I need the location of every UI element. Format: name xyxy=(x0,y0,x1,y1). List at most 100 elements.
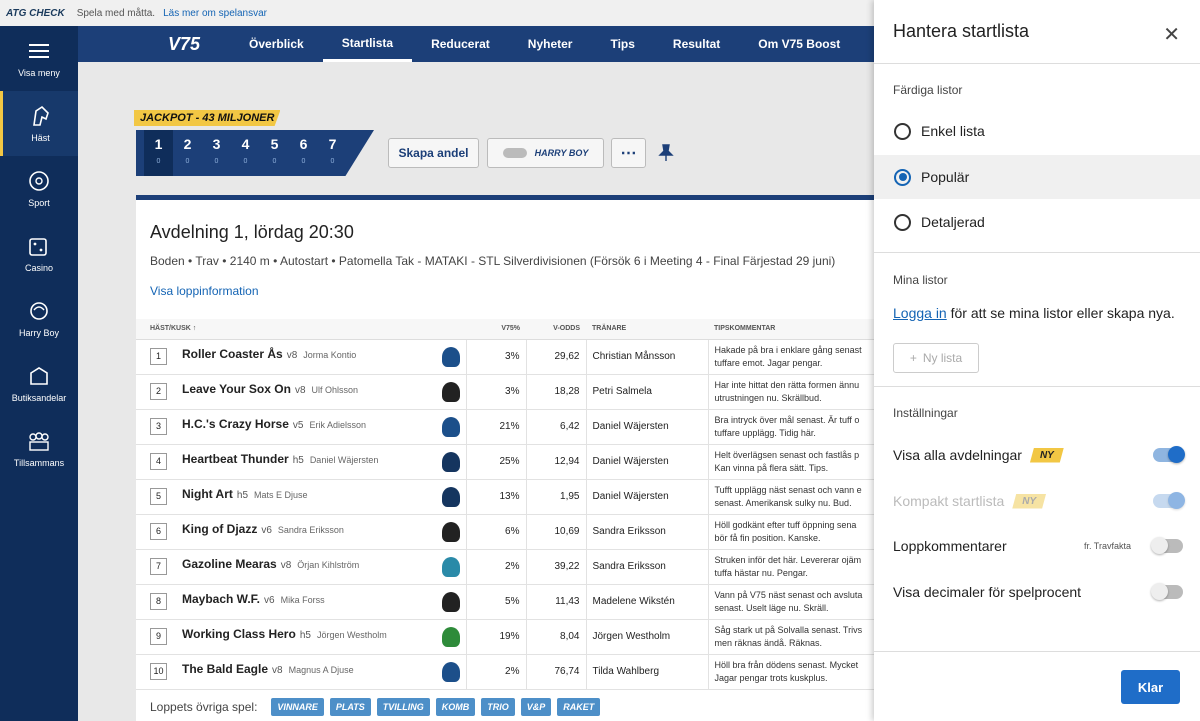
radio-button-selected[interactable] xyxy=(894,168,911,186)
nav-label: Casino xyxy=(24,262,53,273)
race-button-3[interactable]: 30 xyxy=(202,130,231,176)
horse-name[interactable]: Night Art xyxy=(182,487,233,501)
game-badge[interactable]: TRIO xyxy=(481,698,515,716)
horse-cell[interactable]: Gazoline Mearas v8 Örjan Kihlström xyxy=(176,549,466,585)
toggle-show-all-races[interactable] xyxy=(1153,446,1185,463)
horse-cell[interactable]: H.C.'s Crazy Horse v5 Erik Adielsson xyxy=(176,409,466,445)
horse-name[interactable]: H.C.'s Crazy Horse xyxy=(182,417,289,431)
table-row[interactable]: 2 Leave Your Sox On v8 Ulf Ohlsson 3% 18,28 Pe… xyxy=(136,374,874,410)
radio-button[interactable] xyxy=(894,122,911,140)
horse-age: v6 xyxy=(264,594,275,606)
race-button-1[interactable]: 10 xyxy=(144,130,173,176)
settings-label: Inställningar xyxy=(893,406,958,420)
col-v75[interactable]: V75% xyxy=(466,319,526,340)
col-tips[interactable]: TIPSKOMMENTAR xyxy=(708,319,874,340)
col-odds[interactable]: V-ODDS xyxy=(526,319,586,340)
race-info-link[interactable]: Visa loppinformation xyxy=(150,284,259,298)
v75-percent: 3% xyxy=(465,339,526,375)
toggle-compact-list[interactable] xyxy=(1153,492,1185,509)
table-row[interactable]: 5 Night Art h5 Mats E Djuse 13% 1,95 Daniel Wä… xyxy=(136,479,874,515)
race-button-2[interactable]: 20 xyxy=(173,130,202,176)
horse-cell[interactable]: Roller Coaster Ås v8 Jorma Kontio xyxy=(176,339,466,375)
horse-name[interactable]: Working Class Hero xyxy=(182,627,296,641)
horse-name[interactable]: King of Djazz xyxy=(182,522,257,536)
horse-name[interactable]: Leave Your Sox On xyxy=(182,382,291,396)
nav-shop-shares[interactable]: Butiksandelar xyxy=(0,351,78,416)
table-row[interactable]: 3 H.C.'s Crazy Horse v5 Erik Adielsson 21% 6,… xyxy=(136,409,874,445)
horse-name[interactable]: Roller Coaster Ås xyxy=(182,347,283,361)
pin-icon[interactable] xyxy=(658,144,674,167)
race-count: 0 xyxy=(301,158,306,165)
table-row[interactable]: 9 Working Class Hero h5 Jörgen Westholm 19% 8… xyxy=(136,619,874,655)
nav-menu[interactable]: Visa meny xyxy=(0,26,78,91)
toggle-decimals[interactable] xyxy=(1151,583,1183,600)
table-row[interactable]: 4 Heartbeat Thunder h5 Daniel Wäjersten 25% 1… xyxy=(136,444,874,480)
start-number: 10 xyxy=(150,663,167,680)
option-simple-list[interactable]: Enkel lista xyxy=(874,109,1200,153)
close-icon[interactable]: ✕ xyxy=(1163,22,1180,47)
horse-name[interactable]: Maybach W.F. xyxy=(182,592,260,606)
table-row[interactable]: 8 Maybach W.F. v6 Mika Forss 5% 11,43 Madelene… xyxy=(136,584,874,620)
table-row[interactable]: 6 King of Djazz v6 Sandra Eriksson 6% 10,69 Sa… xyxy=(136,514,874,550)
v75-percent: 2% xyxy=(465,654,526,690)
game-badge[interactable]: KOMB xyxy=(435,698,476,716)
table-row[interactable]: 7 Gazoline Mearas v8 Örjan Kihlström 2% 39,22… xyxy=(136,549,874,585)
horse-name[interactable]: Gazoline Mearas xyxy=(182,557,277,571)
race-button-7[interactable]: 70 xyxy=(318,130,347,176)
tab-overview[interactable]: Överblick xyxy=(230,26,323,62)
login-link[interactable]: Logga in xyxy=(893,305,947,321)
option-popular[interactable]: Populär xyxy=(874,155,1200,199)
horse-cell[interactable]: Heartbeat Thunder h5 Daniel Wäjersten xyxy=(176,444,466,480)
more-options-button[interactable]: ⋯ xyxy=(611,138,646,168)
nav-horse[interactable]: Häst xyxy=(0,91,78,156)
nav-label: Butiksandelar xyxy=(11,392,67,403)
nav-casino[interactable]: Casino xyxy=(0,221,78,286)
setting-race-comments: Loppkommentarer fr. Travfakta xyxy=(893,536,1183,556)
option-label: Populär xyxy=(921,169,970,185)
v75-logo[interactable]: V75 xyxy=(168,34,200,55)
responsible-gaming-link[interactable]: Läs mer om spelansvar xyxy=(163,8,267,19)
new-list-button[interactable]: + Ny lista xyxy=(893,343,979,373)
race-button-4[interactable]: 40 xyxy=(231,130,260,176)
game-badge[interactable]: V&P xyxy=(520,698,552,716)
v-odds: 12,94 xyxy=(525,444,586,480)
create-share-button[interactable]: Skapa andel xyxy=(388,138,479,168)
game-badge[interactable]: VINNARE xyxy=(271,698,324,716)
radio-button[interactable] xyxy=(894,213,911,231)
table-row[interactable]: 10 The Bald Eagle v8 Magnus A Djuse 2% 76,74 T… xyxy=(136,654,874,690)
horse-cell[interactable]: The Bald Eagle v8 Magnus A Djuse xyxy=(176,654,466,690)
col-trainer[interactable]: TRÄNARE xyxy=(586,319,708,340)
col-horse[interactable]: HÄST/KUSK ↑ xyxy=(136,319,466,340)
nav-sport[interactable]: Sport xyxy=(0,156,78,221)
tab-about-boost[interactable]: Om V75 Boost xyxy=(739,26,859,62)
nav-harry-boy[interactable]: Harry Boy xyxy=(0,286,78,351)
toggle-race-comments[interactable] xyxy=(1151,537,1183,554)
tab-results[interactable]: Resultat xyxy=(654,26,739,62)
horse-age: v8 xyxy=(272,664,283,676)
horse-cell[interactable]: Leave Your Sox On v8 Ulf Ohlsson xyxy=(176,374,466,410)
tab-reduced[interactable]: Reducerat xyxy=(412,26,509,62)
game-badge[interactable]: RAKET xyxy=(557,698,601,716)
option-detailed[interactable]: Detaljerad xyxy=(874,200,1200,244)
start-number-cell: 7 xyxy=(136,549,176,585)
done-button[interactable]: Klar xyxy=(1121,670,1180,704)
horse-name[interactable]: The Bald Eagle xyxy=(182,662,268,676)
game-badge[interactable]: TVILLING xyxy=(376,698,430,716)
race-button-5[interactable]: 50 xyxy=(260,130,289,176)
tip-comment: Tufft upplägg näst senast och vann e sena… xyxy=(707,479,874,515)
horse-name[interactable]: Heartbeat Thunder xyxy=(182,452,289,466)
game-badge[interactable]: PLATS xyxy=(329,698,371,716)
tab-tips[interactable]: Tips xyxy=(591,26,653,62)
horse-cell[interactable]: Working Class Hero h5 Jörgen Westholm xyxy=(176,619,466,655)
nav-together[interactable]: Tillsammans xyxy=(0,416,78,481)
harry-toggle[interactable] xyxy=(502,148,527,158)
horse-cell[interactable]: Maybach W.F. v6 Mika Forss xyxy=(176,584,466,620)
tab-news[interactable]: Nyheter xyxy=(509,26,592,62)
nav-label: Harry Boy xyxy=(18,327,59,338)
race-button-6[interactable]: 60 xyxy=(289,130,318,176)
table-row[interactable]: 1 Roller Coaster Ås v8 Jorma Kontio 3% 29,62 C… xyxy=(136,339,874,375)
horse-cell[interactable]: Night Art h5 Mats E Djuse xyxy=(176,479,466,515)
horse-cell[interactable]: King of Djazz v6 Sandra Eriksson xyxy=(176,514,466,550)
tab-startlist[interactable]: Startlista xyxy=(322,26,413,62)
harry-boy-toggle-button[interactable]: HARRY BOY xyxy=(487,138,604,168)
